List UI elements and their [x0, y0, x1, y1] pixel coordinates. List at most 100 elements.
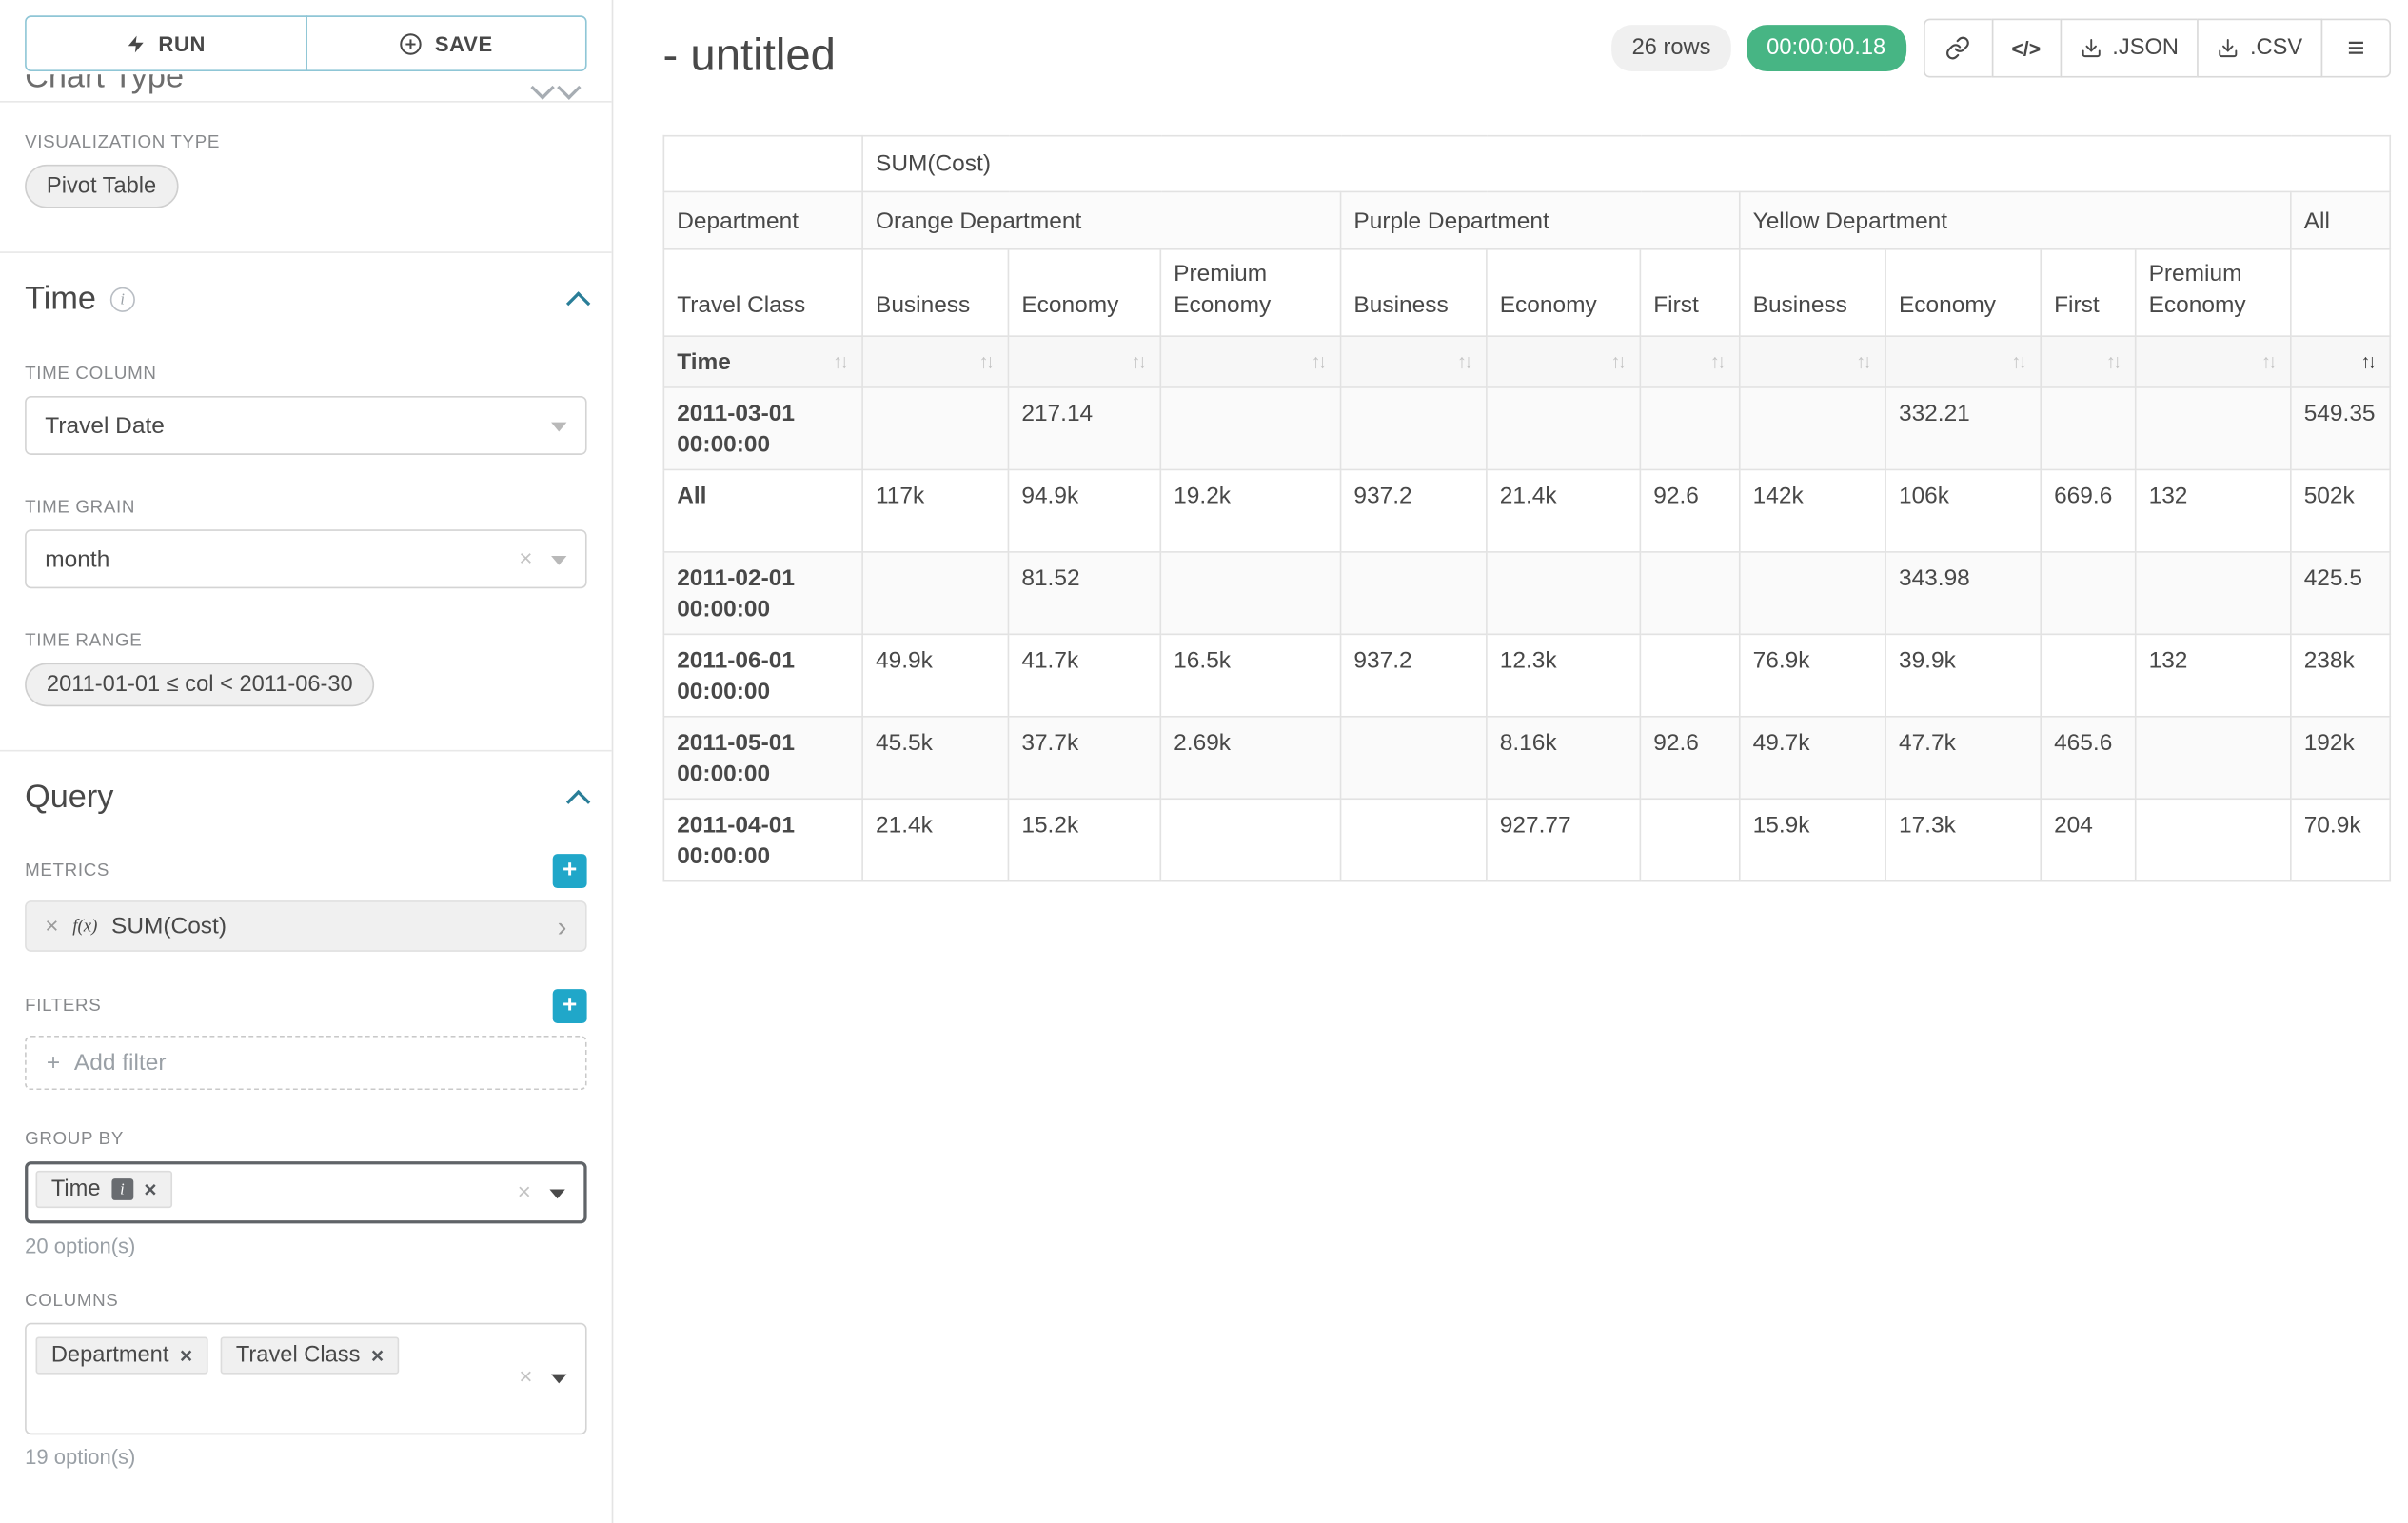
sort-icon[interactable]: ↑↓: [1457, 351, 1473, 373]
sort-header-cell: ↑↓: [2291, 336, 2391, 387]
group-by-pills: Timei×: [36, 1171, 172, 1208]
remove-icon[interactable]: ×: [180, 1343, 192, 1368]
menu-button[interactable]: ≡: [2321, 19, 2391, 78]
clear-icon[interactable]: ×: [519, 545, 532, 572]
save-button-label: SAVE: [435, 31, 493, 54]
value-cell: [1160, 552, 1340, 634]
columns-select[interactable]: Department×Travel Class× ×: [25, 1323, 586, 1434]
value-cell: [1341, 387, 1487, 469]
value-cell: [1640, 799, 1739, 880]
chevron-down-icon[interactable]: [530, 75, 554, 99]
chevron-down-icon[interactable]: [557, 75, 581, 99]
collapse-chevron-icon[interactable]: [566, 789, 590, 813]
value-cell: 37.7k: [1008, 717, 1160, 799]
pivot-table: SUM(Cost)DepartmentOrange DepartmentPurp…: [663, 135, 2392, 882]
clear-icon[interactable]: ×: [519, 1364, 532, 1391]
remove-icon[interactable]: ×: [144, 1177, 156, 1201]
selected-value-pill[interactable]: Department ×: [36, 1336, 208, 1374]
collapse-chevron-icon[interactable]: [566, 290, 590, 314]
value-cell: 192k: [2291, 717, 2391, 799]
sort-icon[interactable]: ↑↓: [978, 351, 995, 373]
value-cell: [2041, 634, 2136, 716]
value-cell: 425.5: [2291, 552, 2391, 634]
value-cell: 117k: [862, 469, 1008, 551]
value-cell: [2136, 717, 2291, 799]
table-row: 2011-06-01 00:00:0049.9k41.7k16.5k937.21…: [663, 634, 2390, 716]
sort-header-cell: ↑↓: [1885, 336, 2041, 387]
sort-header-cell: ↑↓: [1740, 336, 1885, 387]
sort-icon[interactable]: ↑↓: [1131, 351, 1147, 373]
group-header-cell: Orange Department: [862, 191, 1340, 248]
row-label-cell: 2011-06-01 00:00:00: [663, 634, 862, 716]
value-cell: [2136, 799, 2291, 880]
value-cell: 669.6: [2041, 469, 2136, 551]
sort-icon[interactable]: ↑↓: [2261, 351, 2278, 373]
value-cell: [2136, 552, 2291, 634]
sort-header-cell: ↑↓: [1487, 336, 1640, 387]
value-cell: 94.9k: [1008, 469, 1160, 551]
sort-icon[interactable]: ↑↓: [1610, 351, 1627, 373]
time-range-value[interactable]: 2011-01-01 ≤ col < 2011-06-30: [25, 663, 374, 707]
time-column-select[interactable]: Travel Date: [25, 396, 586, 455]
app: RUN SAVE Chart Type VISUALIZATION TYPE P…: [0, 0, 2408, 1523]
sort-icon[interactable]: ↑↓: [1856, 351, 1872, 373]
sort-icon[interactable]: ↑↓: [2360, 351, 2377, 373]
value-cell: 502k: [2291, 469, 2391, 551]
copy-link-button[interactable]: [1923, 19, 1992, 78]
sort-icon[interactable]: ↑↓: [1312, 351, 1328, 373]
column-dimension-header: Travel Class: [663, 249, 862, 336]
group-header-cell: All: [2291, 191, 2391, 248]
clear-icon[interactable]: ×: [518, 1179, 531, 1206]
control-panel: RUN SAVE Chart Type VISUALIZATION TYPE P…: [0, 0, 613, 1523]
remove-icon[interactable]: ×: [45, 913, 58, 940]
export-json-button[interactable]: .JSON: [2060, 19, 2199, 78]
table-row: 2011-03-01 00:00:00217.14332.21549.35: [663, 387, 2390, 469]
value-cell: [2136, 387, 2291, 469]
row-label-cell: 2011-03-01 00:00:00: [663, 387, 862, 469]
value-cell: 132: [2136, 469, 2291, 551]
run-button-label: RUN: [158, 31, 206, 54]
pill-label: Department: [51, 1343, 169, 1368]
leaf-header-cell: Economy: [1885, 249, 2041, 336]
row-label-cell: 2011-04-01 00:00:00: [663, 799, 862, 880]
value-cell: 8.16k: [1487, 717, 1640, 799]
embed-code-button[interactable]: </>: [1991, 19, 2061, 78]
sort-icon[interactable]: ↑↓: [2106, 351, 2122, 373]
row-dimension-header: Time↑↓: [663, 336, 862, 387]
sort-icon[interactable]: ↑↓: [833, 351, 849, 373]
function-icon: f(x): [72, 917, 97, 936]
sort-icon[interactable]: ↑↓: [1710, 351, 1727, 373]
value-cell: 927.77: [1487, 799, 1640, 880]
remove-icon[interactable]: ×: [371, 1343, 384, 1368]
group-by-select[interactable]: Timei× ×: [25, 1161, 586, 1223]
time-section-header: Time i: [25, 281, 586, 318]
value-cell: [2041, 387, 2136, 469]
add-filter-button[interactable]: +: [553, 989, 587, 1023]
value-cell: [1160, 387, 1340, 469]
leaf-header-cell: First: [1640, 249, 1739, 336]
value-cell: 92.6: [1640, 717, 1739, 799]
value-cell: 39.9k: [1885, 634, 2041, 716]
value-cell: 16.5k: [1160, 634, 1340, 716]
query-section-title: Query: [25, 780, 113, 817]
run-button[interactable]: RUN: [25, 15, 306, 71]
selected-value-pill[interactable]: Timei×: [36, 1171, 172, 1208]
leaf-header-cell: Premium Economy: [1160, 249, 1340, 336]
selected-value-pill[interactable]: Travel Class×: [221, 1336, 400, 1374]
value-cell: 465.6: [2041, 717, 2136, 799]
value-cell: [1487, 387, 1640, 469]
time-grain-select[interactable]: month ×: [25, 529, 586, 588]
export-csv-button[interactable]: .CSV: [2198, 19, 2323, 78]
leaf-header-cell: Business: [862, 249, 1008, 336]
sort-icon[interactable]: ↑↓: [2011, 351, 2027, 373]
value-cell: 12.3k: [1487, 634, 1640, 716]
value-cell: 549.35: [2291, 387, 2391, 469]
caret-right-icon[interactable]: ›: [558, 912, 567, 940]
value-cell: 49.7k: [1740, 717, 1885, 799]
add-metric-button[interactable]: +: [553, 854, 587, 888]
visualization-type-value[interactable]: Pivot Table: [25, 165, 178, 208]
metric-label: SUM(Cost): [111, 913, 227, 940]
metric-item[interactable]: × f(x) SUM(Cost) ›: [25, 900, 586, 952]
add-filter-field[interactable]: + Add filter: [25, 1036, 586, 1090]
save-button[interactable]: SAVE: [306, 15, 587, 71]
